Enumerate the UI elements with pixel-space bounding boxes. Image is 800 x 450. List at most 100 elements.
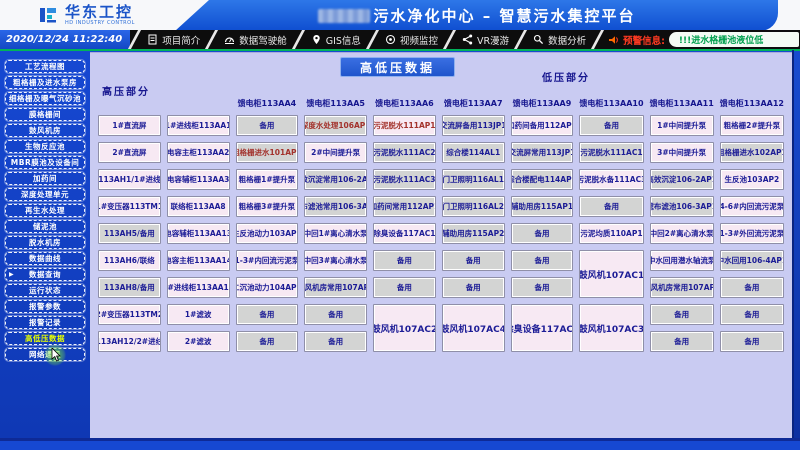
sidebar-item[interactable]: 高低压数据 (5, 332, 85, 345)
equipment-status-cell[interactable]: 备用 (720, 304, 784, 325)
equipment-status-cell[interactable]: 2#进线柜113AA15 (167, 277, 230, 298)
equipment-status-cell[interactable]: 113AH8/备用 (98, 277, 161, 298)
equipment-status-cell[interactable]: 中回3#离心清水泵 (304, 250, 367, 271)
equipment-status-cell[interactable]: 交流屏备用113JP1 (442, 115, 505, 136)
sidebar-item[interactable]: 运行状态 (5, 284, 85, 297)
equipment-status-cell[interactable]: 备用 (373, 277, 436, 298)
equipment-status-cell[interactable]: 鼓风机107AC3 (579, 304, 643, 352)
equipment-status-cell[interactable]: 1#滤波 (167, 304, 230, 325)
equipment-status-cell[interactable]: 1-3#内回流污泥泵 (236, 250, 299, 271)
equipment-status-cell[interactable]: 备用 (720, 331, 784, 352)
equipment-status-cell[interactable]: 中水回用潜水轴流泵 (650, 250, 714, 271)
equipment-status-cell[interactable]: 门卫照明116AL2 (442, 196, 505, 217)
equipment-status-cell[interactable]: 备用 (304, 331, 367, 352)
equipment-status-cell[interactable]: 综合楼114AL1 (442, 142, 505, 163)
equipment-status-cell[interactable]: 除臭设备117AC1 (373, 223, 436, 244)
equipment-status-cell[interactable]: 1#进线柜113AA1 (167, 115, 230, 136)
equipment-status-cell[interactable]: 2#中间提升泵 (304, 142, 367, 163)
equipment-status-cell[interactable]: 门卫照明116AL1 (442, 169, 505, 190)
equipment-status-cell[interactable]: 备用 (650, 331, 714, 352)
equipment-status-cell[interactable]: 鼓风机房常用107AP1 (650, 277, 714, 298)
equipment-status-cell[interactable]: 综合楼配电114AP1 (511, 169, 574, 190)
equipment-status-cell[interactable]: 2#变压器113TM2 (98, 304, 161, 325)
equipment-status-cell[interactable]: 污泥脱水备111AC3 (579, 169, 643, 190)
equipment-status-cell[interactable]: 113AH6/联络 (98, 250, 161, 271)
equipment-status-cell[interactable]: 粗格栅1#提升泵 (236, 169, 299, 190)
equipment-status-cell[interactable]: 滤布滤池106-3AP1 (650, 196, 714, 217)
equipment-status-cell[interactable]: 中回2#离心清水泵 (650, 223, 714, 244)
equipment-status-cell[interactable]: 生反池103AP2 (720, 169, 784, 190)
equipment-status-cell[interactable]: 4-6#内回流污泥泵 (720, 196, 784, 217)
sidebar-item[interactable]: 膜格栅间 (5, 108, 85, 121)
equipment-status-cell[interactable]: 污泥脱水111AP1 (373, 115, 436, 136)
sidebar-item[interactable]: 报警参数 (5, 300, 85, 313)
equipment-status-cell[interactable]: 鼓风机107AC4 (442, 304, 505, 352)
sidebar-item[interactable]: 脱水机房 (5, 236, 85, 249)
sidebar-item[interactable]: 报警记录 (5, 316, 85, 329)
equipment-status-cell[interactable]: 备用 (511, 277, 574, 298)
equipment-status-cell[interactable]: 鼓风机107AC2 (373, 304, 436, 352)
equipment-status-cell[interactable]: 污泥均质110AP1 (579, 223, 643, 244)
equipment-status-cell[interactable]: 备用 (720, 277, 784, 298)
equipment-status-cell[interactable]: 113AH5/备用 (98, 223, 161, 244)
menu-item-video-monitor[interactable]: 视频监控 (378, 30, 445, 49)
sidebar-item[interactable]: 工艺流程图 (5, 60, 85, 73)
menu-item-gis-info[interactable]: GIS信息 (304, 30, 368, 49)
equipment-status-cell[interactable]: 中水回用106-4AP1 (720, 250, 784, 271)
equipment-status-cell[interactable]: 1#中间提升泵 (650, 115, 714, 136)
equipment-status-cell[interactable]: 备用 (511, 223, 574, 244)
equipment-status-cell[interactable]: 备用 (236, 331, 299, 352)
equipment-status-cell[interactable]: 备用 (650, 304, 714, 325)
equipment-status-cell[interactable]: 生反池动力103AP1 (236, 223, 299, 244)
equipment-status-cell[interactable]: 污泥脱水111AC3 (373, 169, 436, 190)
equipment-status-cell[interactable]: 电容辅柜113AA3 (167, 169, 230, 190)
equipment-status-cell[interactable]: 除臭设备117AC2 (511, 304, 574, 352)
equipment-status-cell[interactable]: 备用 (442, 250, 505, 271)
equipment-status-cell[interactable]: 粗格栅2#提升泵 (720, 115, 784, 136)
equipment-status-cell[interactable]: 辅助用房115AP2 (442, 223, 505, 244)
equipment-status-cell[interactable]: 备用 (236, 304, 299, 325)
equipment-status-cell[interactable]: 辅助用房115AP1 (511, 196, 574, 217)
equipment-status-cell[interactable]: 加药间常用112AP1 (373, 196, 436, 217)
equipment-status-cell[interactable]: 1#变压器113TM1 (98, 196, 161, 217)
sidebar-item[interactable]: MBR膜池及设备间 (5, 156, 85, 169)
equipment-status-cell[interactable]: 鼓风机房常用107AP1 (304, 277, 367, 298)
menu-item-project-intro[interactable]: 项目简介 (140, 30, 207, 49)
equipment-status-cell[interactable]: 滤布滤池常用106-3AP1 (304, 196, 367, 217)
menu-item-data-cockpit[interactable]: 数据驾驶舱 (217, 30, 294, 49)
sidebar-item[interactable]: ▶数据查询 (5, 268, 85, 281)
equipment-status-cell[interactable]: 113AH1/1#进线 (98, 169, 161, 190)
equipment-status-cell[interactable]: 深度水处理106AP1 (304, 115, 367, 136)
sidebar-item[interactable]: 加药间 (5, 172, 85, 185)
menu-item-data-analysis[interactable]: 数据分析 (526, 30, 593, 49)
equipment-status-cell[interactable]: 电容辅柜113AA13 (167, 223, 230, 244)
sidebar-item[interactable]: 粗格栅及进水泵房 (5, 76, 85, 89)
sidebar-item[interactable]: 鼓风机房 (5, 124, 85, 137)
equipment-status-cell[interactable]: 2#滤波 (167, 331, 230, 352)
menu-item-vr-tour[interactable]: VR漫游 (455, 30, 516, 49)
sidebar-item[interactable]: 数据曲线 (5, 252, 85, 265)
equipment-status-cell[interactable]: 粗格栅进水101AP1 (236, 142, 299, 163)
sidebar-item[interactable]: 细格栅及曝气沉砂池 (5, 92, 85, 105)
equipment-status-cell[interactable]: 污泥脱水111AC2 (373, 142, 436, 163)
equipment-status-cell[interactable]: 2#直流屏 (98, 142, 161, 163)
equipment-status-cell[interactable]: 备用 (442, 277, 505, 298)
equipment-status-cell[interactable]: 113AH12/2#进线 (98, 331, 161, 352)
equipment-status-cell[interactable]: 电容主柜113AA2 (167, 142, 230, 163)
sidebar-item[interactable]: 网络通讯 (5, 348, 85, 361)
equipment-status-cell[interactable]: 备用 (511, 250, 574, 271)
equipment-status-cell[interactable]: 粗格栅进水102AP1 (720, 142, 784, 163)
equipment-status-cell[interactable]: 污泥脱水111AC1 (579, 142, 643, 163)
equipment-status-cell[interactable]: 加药间备用112AP1 (511, 115, 574, 136)
equipment-status-cell[interactable]: 备用 (373, 250, 436, 271)
equipment-status-cell[interactable]: 鼓风机107AC1 (579, 250, 643, 298)
sidebar-item[interactable]: 再生水处理 (5, 204, 85, 217)
equipment-status-cell[interactable]: 3#中间提升泵 (650, 142, 714, 163)
equipment-status-cell[interactable]: 备用 (304, 304, 367, 325)
equipment-status-cell[interactable]: 1#直流屏 (98, 115, 161, 136)
alarm-info-area[interactable]: 预警信息: !!!进水格栅池液位低 (603, 30, 800, 49)
equipment-status-cell[interactable]: 备用 (579, 196, 643, 217)
equipment-status-cell[interactable]: 粗格栅3#提升泵 (236, 196, 299, 217)
equipment-status-cell[interactable]: 备用 (579, 115, 643, 136)
equipment-status-cell[interactable]: 高效沉淀常用106-2AP1 (304, 169, 367, 190)
